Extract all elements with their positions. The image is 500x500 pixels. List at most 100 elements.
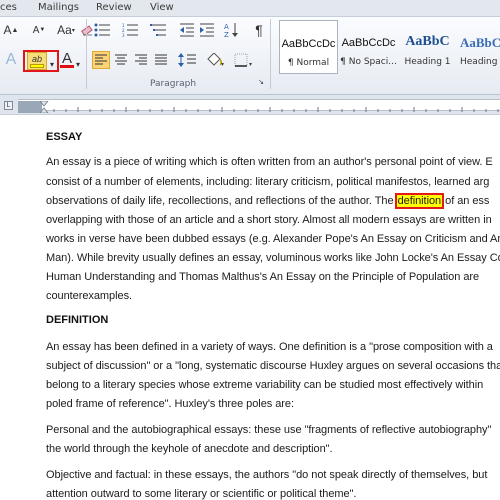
style-no-spacing-sample: AaBbCcDc	[341, 37, 396, 49]
text-line: belong to a literary species whose extre…	[46, 379, 484, 391]
sort-button[interactable]: A Z	[222, 21, 240, 39]
style-heading-1-name: Heading 1	[404, 57, 451, 67]
paragraph-dialog-launcher[interactable]: ↘	[256, 77, 266, 87]
svg-text:▾: ▾	[249, 61, 252, 67]
font-color-swatch	[60, 65, 74, 68]
increase-indent-button[interactable]	[198, 21, 216, 39]
group-separator	[270, 19, 271, 89]
bullets-button[interactable]	[92, 21, 114, 39]
group-separator	[86, 19, 87, 89]
align-right-button[interactable]	[132, 51, 150, 69]
highlight-color-swatch	[30, 64, 44, 68]
text-line: Personal and the autobiographical essays…	[46, 424, 492, 436]
line-spacing-icon	[178, 53, 196, 67]
highlight-dropdown-arrow[interactable]: ▾	[47, 55, 57, 73]
justify-icon	[155, 54, 167, 65]
text-line: Man). While brevity usually defines an e…	[46, 252, 500, 264]
align-center-icon	[115, 54, 127, 65]
text-line: observations of daily life, recollection…	[46, 193, 490, 209]
text-line: Objective and factual: in these essays, …	[46, 469, 488, 481]
increase-indent-icon	[200, 23, 214, 37]
text-line: counterexamples.	[46, 290, 133, 302]
text-segment: observations of daily life, recollection…	[46, 195, 394, 207]
tab-references[interactable]: ces	[0, 2, 17, 13]
text-line: the world through the keyhole of anecdot…	[46, 443, 333, 455]
multilevel-list-button[interactable]	[148, 21, 170, 39]
ribbon: A ▲ A ▼ Aa ▾ A ab ▾ A ▾ 1 2 3 A Z ¶ ▾ ▾ …	[0, 17, 500, 95]
font-color-dropdown-arrow[interactable]: ▾	[74, 55, 82, 73]
heading-essay: ESSAY	[46, 131, 83, 143]
tab-stop-label: L	[6, 102, 11, 109]
font-color-label: A	[61, 50, 72, 67]
text-line: poled frame of reference". Huxley's thre…	[46, 398, 294, 410]
multilevel-list-icon	[150, 24, 166, 36]
svg-text:Z: Z	[224, 31, 229, 38]
shrink-font-label: A	[32, 24, 40, 36]
borders-icon: ▾	[234, 53, 252, 67]
dropdown-arrow-icon: ▾	[71, 27, 75, 34]
style-normal-sample: AaBbCcDc	[281, 38, 336, 50]
tab-mailings[interactable]: Mailings	[38, 2, 79, 13]
highlight-label: ab	[31, 54, 42, 64]
text-effects-button[interactable]: A	[2, 51, 20, 69]
pilcrow-icon: ¶	[255, 22, 263, 38]
ribbon-tab-bar: ces Mailings Review View	[0, 0, 500, 17]
grow-arrow-icon: ▲	[11, 26, 19, 34]
style-heading-1[interactable]: AaBbC Heading 1	[398, 20, 457, 74]
decrease-indent-icon	[180, 23, 194, 37]
svg-text:A: A	[224, 23, 229, 31]
document-page[interactable]: ESSAY An essay is a piece of writing whi…	[0, 115, 500, 500]
change-case-button[interactable]: Aa ▾	[54, 21, 78, 39]
style-normal-name: ¶ Normal	[287, 58, 330, 68]
style-heading-2-sample: AaBbCc	[460, 35, 500, 50]
text-line: attention outward to some literary or sc…	[46, 488, 357, 500]
numbering-icon: 1 2 3	[122, 23, 138, 37]
align-left-icon	[95, 54, 107, 65]
tab-selector-button[interactable]: L	[4, 101, 13, 110]
change-case-label: Aa	[57, 23, 72, 37]
text-line: works in verse have been dubbed essays (…	[46, 233, 500, 245]
justify-button[interactable]	[152, 51, 170, 69]
line-spacing-button[interactable]	[176, 51, 200, 69]
grow-font-label: A	[3, 23, 12, 37]
ruler-strip	[18, 99, 500, 114]
paragraph-group-label: Paragraph	[150, 79, 197, 89]
show-formatting-marks-button[interactable]: ¶	[250, 21, 268, 39]
style-heading-2[interactable]: AaBbCc Heading 2	[460, 20, 500, 74]
text-line: consist of a number of elements, includi…	[46, 176, 490, 188]
ruler-ticks	[18, 100, 499, 114]
borders-button[interactable]: ▾	[232, 51, 256, 69]
horizontal-ruler: L	[0, 95, 500, 115]
text-highlight-color-button[interactable]: ab	[27, 52, 47, 70]
style-heading-1-sample: AaBbC	[405, 34, 450, 49]
align-right-icon	[135, 54, 147, 65]
style-no-spacing-name: ¶ No Spaci...	[340, 57, 397, 67]
grow-font-button[interactable]: A ▲	[2, 21, 20, 39]
text-line: overlapping with those of an article and…	[46, 214, 492, 226]
text-line: An essay has been defined in a variety o…	[46, 341, 493, 353]
svg-text:3: 3	[122, 33, 125, 37]
numbering-button[interactable]: 1 2 3	[120, 21, 142, 39]
text-segment: of an ess	[445, 195, 490, 207]
heading-definition: DEFINITION	[46, 314, 109, 326]
tab-view[interactable]: View	[150, 2, 174, 13]
text-line: Human Understanding and Thomas Malthus's…	[46, 271, 480, 283]
decrease-indent-button[interactable]	[178, 21, 196, 39]
text-effects-label: A	[5, 51, 17, 68]
sort-icon: A Z	[224, 23, 238, 38]
shrink-arrow-icon: ▼	[39, 27, 46, 33]
style-no-spacing[interactable]: AaBbCcDc ¶ No Spaci...	[339, 20, 398, 74]
highlighted-word-definition[interactable]: definition	[394, 193, 445, 209]
align-left-button[interactable]	[92, 51, 110, 69]
text-line: An essay is a piece of writing which is …	[46, 156, 493, 168]
style-heading-2-name: Heading 2	[460, 57, 500, 67]
align-center-button[interactable]	[112, 51, 130, 69]
svg-text:▾: ▾	[221, 61, 224, 67]
shading-button[interactable]: ▾	[204, 51, 228, 69]
style-normal[interactable]: AaBbCcDc ¶ Normal	[279, 20, 338, 74]
shrink-font-button[interactable]: A ▼	[30, 21, 48, 39]
paint-bucket-icon: ▾	[207, 53, 224, 67]
bullets-icon	[94, 23, 110, 37]
tab-review[interactable]: Review	[96, 2, 132, 13]
text-line: subject of discussion" or a "long, syste…	[46, 360, 500, 372]
